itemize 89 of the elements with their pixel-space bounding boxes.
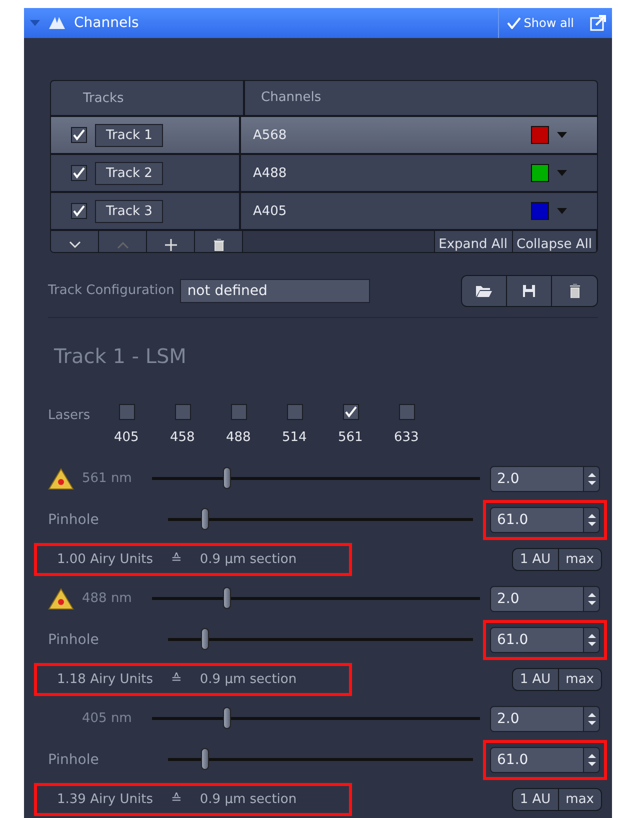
laser-label: 561 nm [82,471,133,486]
collapse-all-button[interactable]: Collapse All [512,231,597,252]
slider-thumb[interactable] [223,587,232,609]
pinhole-label: Pinhole [47,512,100,528]
slider-thumb[interactable] [223,707,232,729]
pop-out-icon[interactable] [590,15,606,31]
lasers-label: Lasers [48,406,92,423]
section-thickness: 0.9 µm section [200,552,297,566]
track-name-field[interactable]: Track 2 [95,162,164,184]
laser-power-field[interactable]: 2.0 [490,586,600,612]
corresponds-symbol: ≙ [171,552,182,566]
section-thickness: 0.9 µm section [200,792,297,806]
dropdown-arrow-icon[interactable] [557,132,567,138]
spin-arrows-icon[interactable] [588,592,596,606]
pinhole-preset-button[interactable]: max [558,788,601,810]
spin-arrows-icon[interactable] [588,472,596,486]
pinhole-label: Pinhole [47,632,100,648]
pinhole-label: Pinhole [47,752,100,768]
laser-wavelength: 561 [338,430,363,445]
delete-button[interactable] [195,231,243,252]
laser-power-field[interactable]: 2.0 [490,466,600,492]
checkbox[interactable] [119,404,135,420]
pinhole-field[interactable]: 61.0 [490,746,600,772]
laser-wavelength: 488 [226,430,251,445]
slider-thumb[interactable] [200,508,209,530]
checkbox[interactable] [231,404,247,420]
add-button[interactable] [147,231,195,252]
pinhole-preset-button[interactable]: 1 AU [512,668,559,690]
track-configuration-field[interactable]: not defined [180,278,370,303]
move-down-button[interactable] [51,231,99,252]
channel-name: A405 [253,204,287,218]
checkbox[interactable] [175,404,191,420]
track-row[interactable]: Track 2 A488 [51,155,597,193]
checkbox[interactable] [71,165,87,181]
spin-arrows-icon[interactable] [588,512,596,526]
track-configuration-label: Track Configuration [48,283,174,298]
pinhole-field[interactable]: 61.0 [490,626,600,652]
slider-thumb[interactable] [200,628,209,650]
checkbox[interactable] [71,127,87,143]
color-swatch[interactable] [531,126,549,144]
track-title: Track 1 - LSM [54,344,188,368]
laser-power-field[interactable]: 2.0 [490,706,600,732]
chevron-up-icon [116,240,128,248]
color-swatch[interactable] [531,202,549,220]
color-swatch[interactable] [531,164,549,182]
laser-wavelength: 633 [394,430,419,445]
delete-icon[interactable] [552,276,597,306]
laser-label: 405 nm [82,711,133,726]
pinhole-field[interactable]: 61.0 [490,506,600,532]
laser-wavelength: 405 [114,430,139,445]
corresponds-symbol: ≙ [171,792,182,806]
section-thickness: 0.9 µm section [200,672,297,686]
channel-name: A488 [253,166,287,180]
track-row[interactable]: Track 1 A568 [51,117,597,155]
laser-wavelength: 514 [282,430,307,445]
chevron-down-icon [68,240,80,248]
spin-arrows-icon[interactable] [588,712,596,726]
slider-thumb[interactable] [223,467,232,489]
show-all-button[interactable]: Show all [498,8,582,38]
pinhole-preset-button[interactable]: 1 AU [512,788,559,810]
checkbox[interactable] [343,404,359,420]
pinhole-preset-button[interactable]: max [558,668,601,690]
plus-icon [164,238,176,250]
checkbox[interactable] [399,404,415,420]
channels-icon [48,16,66,30]
pinhole-preset-button[interactable]: 1 AU [512,548,559,570]
channel-name: A568 [253,128,287,142]
spin-arrows-icon[interactable] [588,632,596,646]
track-name-field[interactable]: Track 1 [95,124,164,146]
corresponds-symbol: ≙ [171,672,182,686]
pinhole-preset-button[interactable]: max [558,548,601,570]
laser-label: 488 nm [82,591,133,606]
airy-units: 1.18 Airy Units [57,672,153,686]
checkbox[interactable] [287,404,303,420]
trash-icon [214,238,224,250]
checkbox[interactable] [71,203,87,219]
column-header: Tracks [82,90,125,106]
track-name-field[interactable]: Track 3 [95,200,164,222]
airy-units: 1.39 Airy Units [57,792,153,806]
slider-thumb[interactable] [200,748,209,770]
expand-all-button[interactable]: Expand All [434,231,512,252]
save-icon[interactable] [507,276,552,306]
column-header: Channels [243,81,597,115]
panel-title: Channels [74,15,139,31]
folder-icon[interactable] [462,276,507,306]
laser-wavelength: 458 [170,430,195,445]
airy-units: 1.00 Airy Units [57,552,153,566]
spin-arrows-icon[interactable] [588,752,596,766]
checkmark-icon [506,17,521,29]
